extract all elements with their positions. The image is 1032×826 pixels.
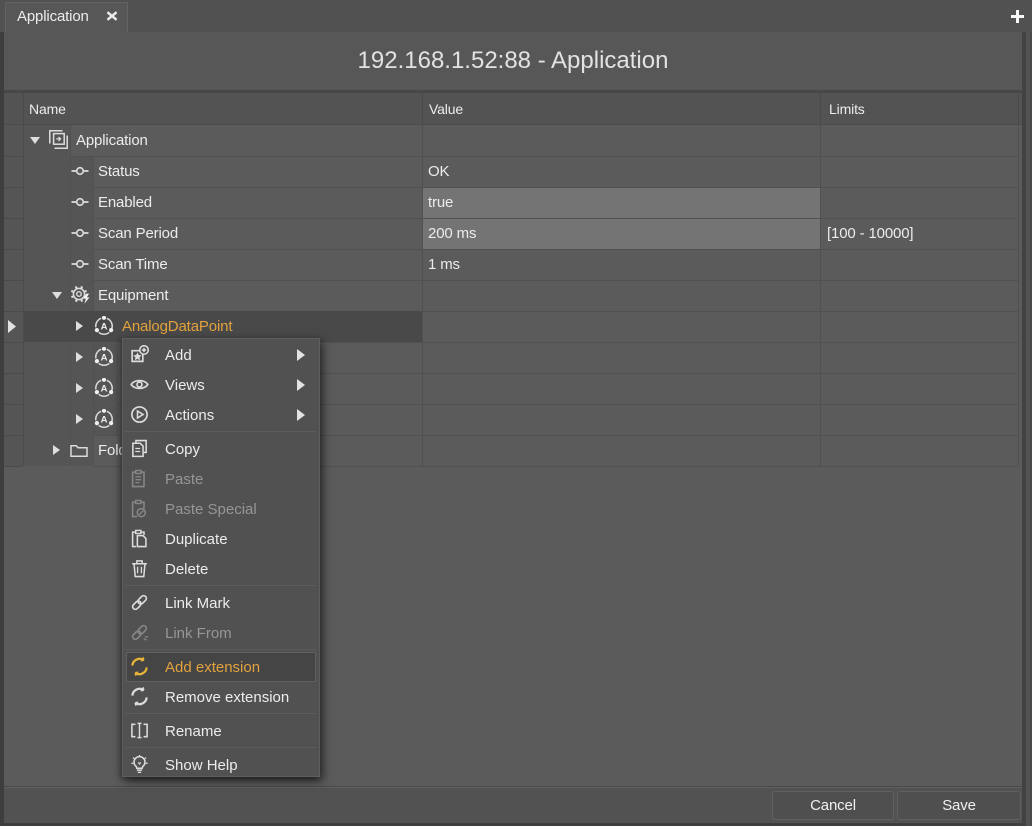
svg-text:A: A xyxy=(101,352,108,363)
svg-text:A: A xyxy=(101,383,108,394)
svg-text:A: A xyxy=(101,321,108,332)
svg-text:A: A xyxy=(101,414,108,425)
